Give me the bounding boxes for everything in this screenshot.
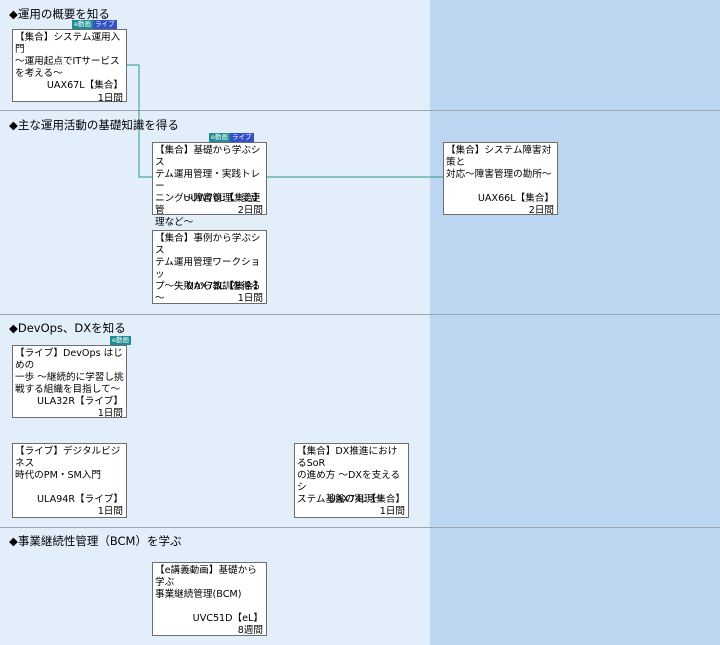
- e-video-badge: e動画: [209, 133, 230, 142]
- course-duration: 1日間: [379, 506, 405, 517]
- course-card-uuw76l[interactable]: 【集合】基礎から学ぶシス テム運用管理・実践トレー ニング～障害管理、変更管 理…: [152, 142, 267, 228]
- course-duration: 1日間: [97, 93, 123, 104]
- course-card-uax73l[interactable]: 【集合】事例から学ぶシス テム運用管理ワークショッ プ～失敗から教訓を得る～ U…: [152, 230, 267, 304]
- e-video-badge: e動画: [72, 20, 93, 29]
- course-code: UAX74L【集合】: [328, 494, 405, 505]
- course-code: ULA94R【ライブ】: [37, 494, 123, 505]
- course-duration: 8週間: [237, 625, 263, 636]
- course-title: 【ライブ】DevOps はじめの 一歩 ～継続的に学習し挑 戦する組織を目指して…: [15, 348, 124, 395]
- course-card-uax67l[interactable]: 【集合】システム運用入門 ～運用起点でITサービス を考える～ UAX67L【集…: [12, 29, 127, 104]
- course-code: ULA32R【ライブ】: [37, 396, 123, 407]
- live-badge: ライブ: [93, 20, 117, 29]
- course-title: 【ライブ】デジタルビジネス 時代のPM・SM入門: [15, 446, 121, 481]
- course-card-ula94r[interactable]: 【ライブ】デジタルビジネス 時代のPM・SM入門 ULA94R【ライブ】 1日間: [12, 443, 127, 518]
- e-video-badge: e動画: [110, 336, 131, 345]
- course-duration: 2日間: [528, 205, 554, 216]
- course-code: UUW76L【集合】: [183, 193, 263, 204]
- course-title: 【集合】システム障害対策と 対応～障害管理の勘所～: [446, 145, 552, 180]
- section-title-devops-dx: ◆DevOps、DXを知る: [9, 321, 126, 335]
- course-duration: 1日間: [237, 293, 263, 304]
- live-badge: ライブ: [230, 133, 254, 142]
- course-card-uvc51d[interactable]: 【e講義動画】基礎から学ぶ 事業継続管理(BCM) UVC51D【eL】 8週間: [152, 562, 267, 636]
- course-code: UAX66L【集合】: [477, 193, 554, 204]
- course-duration: 2日間: [237, 205, 263, 216]
- course-card-ula32r[interactable]: 【ライブ】DevOps はじめの 一歩 ～継続的に学習し挑 戦する組織を目指して…: [12, 345, 127, 419]
- course-duration: 1日間: [97, 408, 123, 419]
- course-code: UVC51D【eL】: [192, 613, 263, 624]
- course-code: UAX73L【集合】: [186, 281, 263, 292]
- course-title: 【e講義動画】基礎から学ぶ 事業継続管理(BCM): [155, 565, 257, 600]
- section-title-operations-basics: ◆主な運用活動の基礎知識を得る: [9, 118, 179, 132]
- course-code: UAX67L【集合】: [46, 80, 123, 91]
- course-card-uax74l[interactable]: 【集合】DX推進におけるSoR の進め方 ～DXを支えるシ ステム基盤の実現～ …: [294, 443, 409, 518]
- course-card-uax66l[interactable]: 【集合】システム障害対策と 対応～障害管理の勘所～ UAX66L【集合】 2日間: [443, 142, 558, 216]
- course-duration: 1日間: [97, 506, 123, 517]
- section-title-bcm: ◆事業継続性管理（BCM）を学ぶ: [9, 534, 182, 548]
- course-title: 【集合】システム運用入門 ～運用起点でITサービス を考える～: [15, 32, 121, 79]
